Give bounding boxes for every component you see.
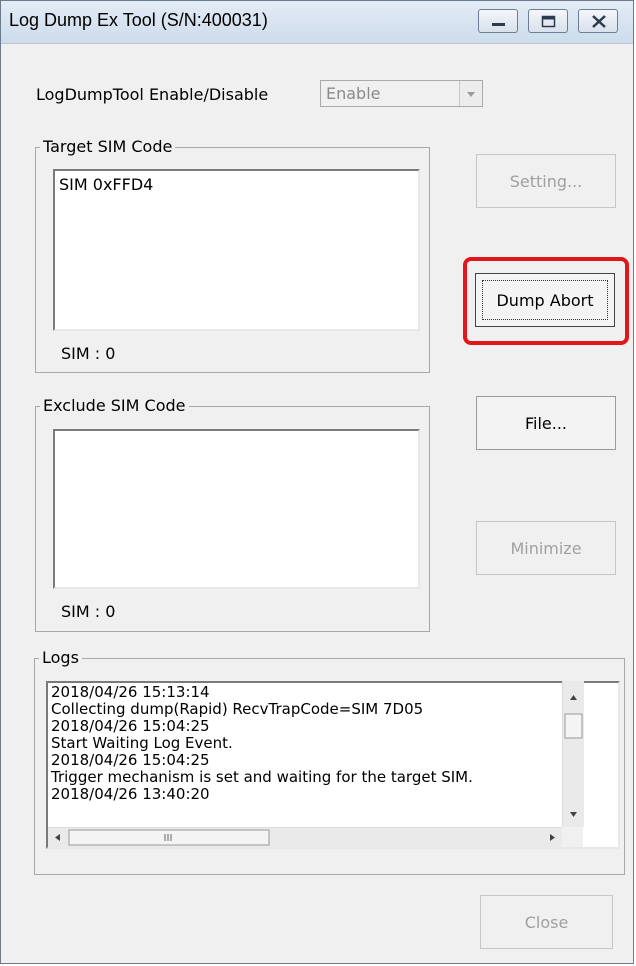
dropdown-arrow-icon: [467, 92, 475, 97]
target-sim-group-label: Target SIM Code: [40, 137, 176, 156]
exclude-sim-group-label: Exclude SIM Code: [40, 396, 189, 415]
enable-disable-combo[interactable]: Enable: [320, 80, 483, 107]
log-line: Collecting dump(Rapid) RecvTrapCode=SIM …: [51, 700, 424, 718]
log-line: 2018/04/26 15:04:25: [51, 751, 210, 769]
vertical-scroll-thumb[interactable]: [564, 713, 583, 739]
scroll-down-icon[interactable]: [570, 812, 577, 817]
combo-dropdown-button[interactable]: [459, 81, 482, 106]
close-window-button[interactable]: [578, 9, 618, 33]
title-bar: Log Dump Ex Tool (S/N:400031): [1, 1, 633, 44]
scroll-right-icon[interactable]: [550, 834, 555, 841]
logs-horizontal-scrollbar[interactable]: [48, 827, 562, 848]
log-line: Trigger mechanism is set and waiting for…: [51, 768, 473, 786]
scroll-left-icon[interactable]: [55, 834, 60, 841]
minimize-icon: [492, 23, 505, 26]
list-item[interactable]: SIM 0xFFD4: [59, 175, 153, 194]
maximize-icon: [541, 15, 556, 28]
close-button[interactable]: Close: [480, 895, 613, 949]
maximize-button[interactable]: [528, 9, 568, 33]
close-icon: [592, 15, 606, 28]
scroll-up-icon[interactable]: [570, 695, 577, 700]
logs-list[interactable]: 2018/04/26 15:13:14 Collecting dump(Rapi…: [46, 681, 620, 849]
enable-disable-value: Enable: [326, 84, 381, 103]
log-line: Start Waiting Log Event.: [51, 734, 233, 752]
target-sim-count: SIM : 0: [61, 344, 116, 363]
logs-group-label: Logs: [39, 648, 82, 667]
exclude-sim-count: SIM : 0: [61, 602, 116, 621]
enable-disable-label: LogDumpTool Enable/Disable: [36, 85, 269, 104]
minimize-tool-button[interactable]: Minimize: [476, 521, 616, 575]
window-title: Log Dump Ex Tool (S/N:400031): [9, 10, 268, 30]
logs-vertical-scrollbar[interactable]: [562, 681, 584, 827]
log-dump-window: Log Dump Ex Tool (S/N:400031) LogDumpToo…: [0, 0, 634, 964]
log-line: 2018/04/26 15:13:14: [51, 683, 210, 701]
exclude-sim-list[interactable]: [53, 429, 420, 589]
setting-button[interactable]: Setting...: [476, 154, 616, 208]
minimize-button[interactable]: [478, 9, 518, 33]
scroll-corner: [562, 827, 583, 847]
target-sim-list[interactable]: SIM 0xFFD4: [53, 169, 420, 331]
log-line: 2018/04/26 15:04:25: [51, 717, 210, 735]
log-line: 2018/04/26 13:40:20: [51, 785, 210, 803]
file-button[interactable]: File...: [476, 396, 616, 450]
horizontal-scroll-thumb[interactable]: [68, 829, 270, 846]
highlight-box: [463, 257, 629, 345]
